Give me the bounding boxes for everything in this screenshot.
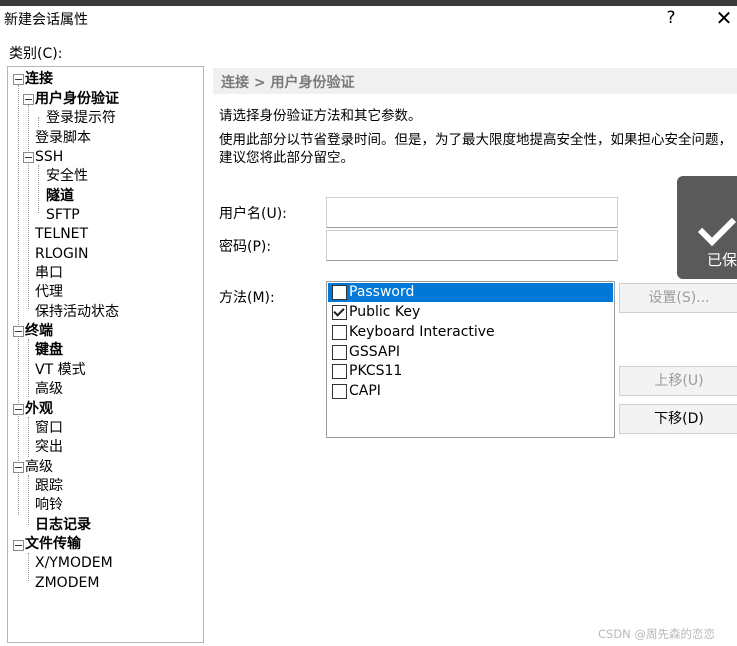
watermark: CSDN @周先森的恋恋 — [598, 627, 715, 641]
method-item-capi[interactable]: CAPI — [328, 382, 613, 401]
collapse-icon[interactable] — [23, 94, 34, 105]
tree-item-connection[interactable]: 连接 — [25, 70, 53, 88]
checkbox-gssapi[interactable] — [332, 345, 347, 360]
tree-item-trace[interactable]: 跟踪 — [35, 477, 63, 495]
tree-item-ssh[interactable]: SSH — [35, 148, 63, 166]
tree-item-login-script[interactable]: 登录脚本 — [35, 129, 91, 147]
title-bar: 新建会话属性 ? ✕ — [0, 6, 737, 32]
collapse-icon[interactable] — [13, 540, 24, 551]
breadcrumb: 连接 > 用户身份验证 — [213, 68, 737, 94]
method-item-keyboard-interactive[interactable]: Keyboard Interactive — [328, 323, 613, 342]
checkbox-public-key[interactable] — [332, 305, 347, 320]
method-item-public-key[interactable]: Public Key — [328, 303, 613, 322]
tree-item-serial[interactable]: 串口 — [35, 264, 63, 282]
tree-item-bell[interactable]: 响铃 — [35, 496, 63, 514]
tree-item-keepalive[interactable]: 保持活动状态 — [35, 303, 119, 321]
method-label: 方法(M): — [219, 290, 275, 306]
settings-button[interactable]: 设置(S)... — [619, 283, 737, 313]
category-label: 类别(C): — [9, 46, 63, 62]
tree-item-xymodem[interactable]: X/YMODEM — [35, 554, 113, 572]
tree-item-tunnel[interactable]: 隧道 — [46, 187, 74, 205]
tree-item-terminal[interactable]: 终端 — [25, 322, 53, 340]
move-down-button[interactable]: 下移(D) — [619, 404, 737, 434]
category-tree[interactable]: 连接 用户身份验证 登录提示符 登录脚本 SSH 安全性 隧道 SFTP TEL… — [7, 66, 204, 643]
tree-item-sftp[interactable]: SFTP — [46, 206, 80, 224]
method-label-gssapi: GSSAPI — [349, 344, 401, 360]
tree-item-proxy[interactable]: 代理 — [35, 283, 63, 301]
collapse-icon[interactable] — [13, 404, 24, 415]
breadcrumb-text: 连接 > 用户身份验证 — [221, 75, 355, 91]
help-button[interactable]: ? — [658, 7, 684, 29]
tree-connector — [28, 339, 29, 397]
window-title: 新建会话属性 — [4, 12, 88, 28]
collapse-icon[interactable] — [13, 462, 24, 473]
method-label-pkcs11: PKCS11 — [349, 363, 403, 379]
tree-item-zmodem[interactable]: ZMODEM — [35, 574, 99, 592]
username-label: 用户名(U): — [219, 206, 287, 222]
checkbox-pkcs11[interactable] — [332, 364, 347, 379]
tree-connector — [28, 417, 29, 457]
collapse-icon[interactable] — [23, 152, 34, 163]
method-item-pkcs11[interactable]: PKCS11 — [328, 362, 613, 381]
tree-item-logging[interactable]: 日志记录 — [35, 516, 91, 534]
tree-item-highlight[interactable]: 突出 — [35, 438, 63, 456]
collapse-icon[interactable] — [13, 74, 24, 85]
move-up-button[interactable]: 上移(U) — [619, 366, 737, 396]
tree-connector — [18, 85, 19, 515]
tree-item-vt-mode[interactable]: VT 模式 — [35, 361, 86, 379]
password-label: 密码(P): — [219, 239, 272, 255]
tree-item-user-auth[interactable]: 用户身份验证 — [35, 90, 119, 108]
tree-connector — [28, 105, 29, 309]
method-label-keyboard-interactive: Keyboard Interactive — [349, 324, 495, 340]
method-label-password: Password — [349, 284, 415, 300]
description-line-3: 建议您将此部分留空。 — [219, 150, 354, 166]
tree-item-appearance[interactable]: 外观 — [25, 400, 53, 418]
tree-item-security[interactable]: 安全性 — [46, 167, 88, 185]
toast-text: 已保 — [707, 251, 737, 269]
method-label-public-key: Public Key — [349, 304, 421, 320]
checkbox-keyboard-interactive[interactable] — [332, 325, 347, 340]
tree-item-window[interactable]: 窗口 — [35, 419, 63, 437]
username-input[interactable] — [326, 197, 618, 228]
saved-toast: 已保 — [677, 176, 737, 279]
checkbox-capi[interactable] — [332, 384, 347, 399]
tree-connector — [28, 553, 29, 581]
tree-item-rlogin[interactable]: RLOGIN — [35, 245, 89, 263]
password-input[interactable] — [326, 230, 618, 261]
tree-item-login-prompt[interactable]: 登录提示符 — [46, 109, 116, 127]
tree-item-keyboard[interactable]: 键盘 — [35, 341, 63, 359]
description-line-1: 请选择身份验证方法和其它参数。 — [219, 108, 422, 124]
tree-connector — [38, 165, 39, 213]
description-line-2: 使用此部分以节省登录时间。但是，为了最大限度地提高安全性，如果担心安全问题， — [219, 132, 732, 148]
method-label-capi: CAPI — [349, 383, 381, 399]
checkbox-password[interactable] — [332, 285, 347, 300]
tree-item-advanced[interactable]: 高级 — [25, 458, 53, 476]
method-item-password[interactable]: Password — [328, 283, 613, 302]
collapse-icon[interactable] — [13, 326, 24, 337]
tree-connector — [28, 475, 29, 525]
close-button[interactable]: ✕ — [711, 7, 737, 29]
tree-connector — [38, 117, 39, 127]
tree-item-file-transfer[interactable]: 文件传输 — [25, 535, 81, 553]
check-icon — [697, 207, 737, 247]
tree-item-telnet[interactable]: TELNET — [35, 225, 88, 243]
method-list[interactable]: Password Public Key Keyboard Interactive… — [326, 281, 615, 438]
method-item-gssapi[interactable]: GSSAPI — [328, 343, 613, 362]
tree-item-terminal-advanced[interactable]: 高级 — [35, 380, 63, 398]
